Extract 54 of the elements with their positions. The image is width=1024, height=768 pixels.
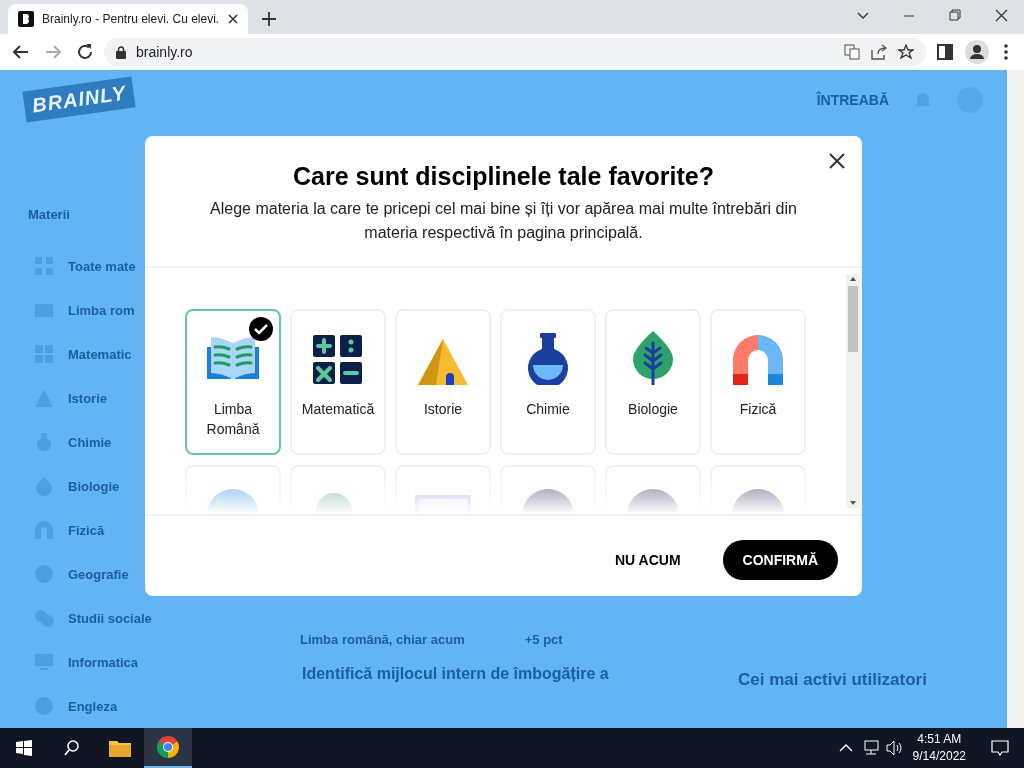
sidebar-item[interactable]: Engleza — [68, 698, 118, 714]
chrome-taskbar-button[interactable] — [144, 728, 192, 768]
modal-subtitle: Alege materia la care te pricepi cel mai bine și îți vor apărea mai multe întrebări din materia respectivă în pagina principală. — [209, 199, 798, 243]
star-icon[interactable] — [898, 44, 914, 60]
question-text[interactable]: Identifică mijlocul intern de îmbogățire a — [300, 665, 609, 683]
clock-time[interactable]: 4:51 AM — [917, 731, 962, 748]
subject-card[interactable]: Chimie — [500, 309, 596, 455]
modal-title: Care sunt disciplinele tale favorite? — [292, 162, 715, 191]
subject-card[interactable]: Matematică — [290, 309, 386, 455]
close-tab-icon[interactable] — [228, 14, 238, 24]
scrollbar[interactable] — [846, 274, 860, 508]
not-now-button[interactable]: NU ACUM — [608, 551, 687, 569]
sidebar-item[interactable]: Matematic — [68, 346, 132, 362]
subject-card[interactable]: Istorie — [395, 309, 491, 455]
share-icon[interactable] — [870, 44, 888, 60]
profile-avatar-icon[interactable] — [964, 39, 990, 65]
site-favicon-icon — [18, 11, 34, 27]
lock-icon — [116, 45, 126, 59]
folder-icon[interactable] — [109, 739, 131, 757]
sidebar-heading: Materii — [28, 207, 70, 222]
new-tab-icon[interactable] — [262, 12, 276, 26]
notification-icon[interactable] — [991, 740, 1009, 756]
windows-start-icon[interactable] — [16, 740, 32, 756]
speaker-icon[interactable] — [884, 740, 903, 756]
points-label: +5 pct — [524, 632, 563, 647]
sidebar-item[interactable]: Limba rom — [68, 302, 135, 318]
sidebar-item[interactable]: Informatica — [68, 654, 139, 670]
subject-card[interactable]: Biologie — [605, 309, 701, 455]
tab-title: Brainly.ro - Pentru elevi. Cu elevi. — [42, 12, 220, 26]
sidebar-item[interactable]: Geografie — [68, 566, 129, 582]
sidebar-item[interactable]: Fizică — [68, 522, 105, 538]
close-icon[interactable] — [828, 152, 846, 170]
sidebar-item[interactable]: Chimie — [68, 434, 112, 450]
sidebar-item[interactable]: Biologie — [68, 478, 120, 494]
ranking-title: Cei mai activi utilizatori — [738, 670, 927, 690]
subject-card[interactable]: Fizică — [710, 309, 806, 455]
sidebar-item[interactable]: Istorie — [68, 390, 107, 406]
chrome-icon — [157, 736, 179, 758]
feed-subject: Limba română, chiar acum — [300, 632, 465, 647]
clock-date[interactable]: 9/14/2022 — [912, 748, 966, 765]
sidebar-item[interactable]: Studii sociale — [68, 610, 152, 626]
scrollbar[interactable] — [1007, 70, 1024, 728]
address-bar[interactable]: brainly.ro — [104, 38, 926, 66]
chevron-up-icon[interactable] — [838, 743, 853, 753]
ask-button[interactable]: ÎNTREABĂ — [816, 91, 889, 108]
sidebar-item[interactable]: Toate mate — [68, 258, 136, 274]
browser-tab[interactable]: Brainly.ro - Pentru elevi. Cu elevi. — [8, 4, 248, 34]
checkmark-icon — [249, 317, 273, 341]
confirm-button[interactable]: CONFIRMĂ — [722, 540, 838, 580]
search-icon[interactable] — [64, 740, 80, 756]
flask-icon — [527, 333, 569, 385]
pyramid-icon — [418, 339, 468, 385]
subject-card[interactable]: Limba Română — [185, 309, 281, 455]
logo[interactable]: BRAINLY — [22, 76, 137, 123]
